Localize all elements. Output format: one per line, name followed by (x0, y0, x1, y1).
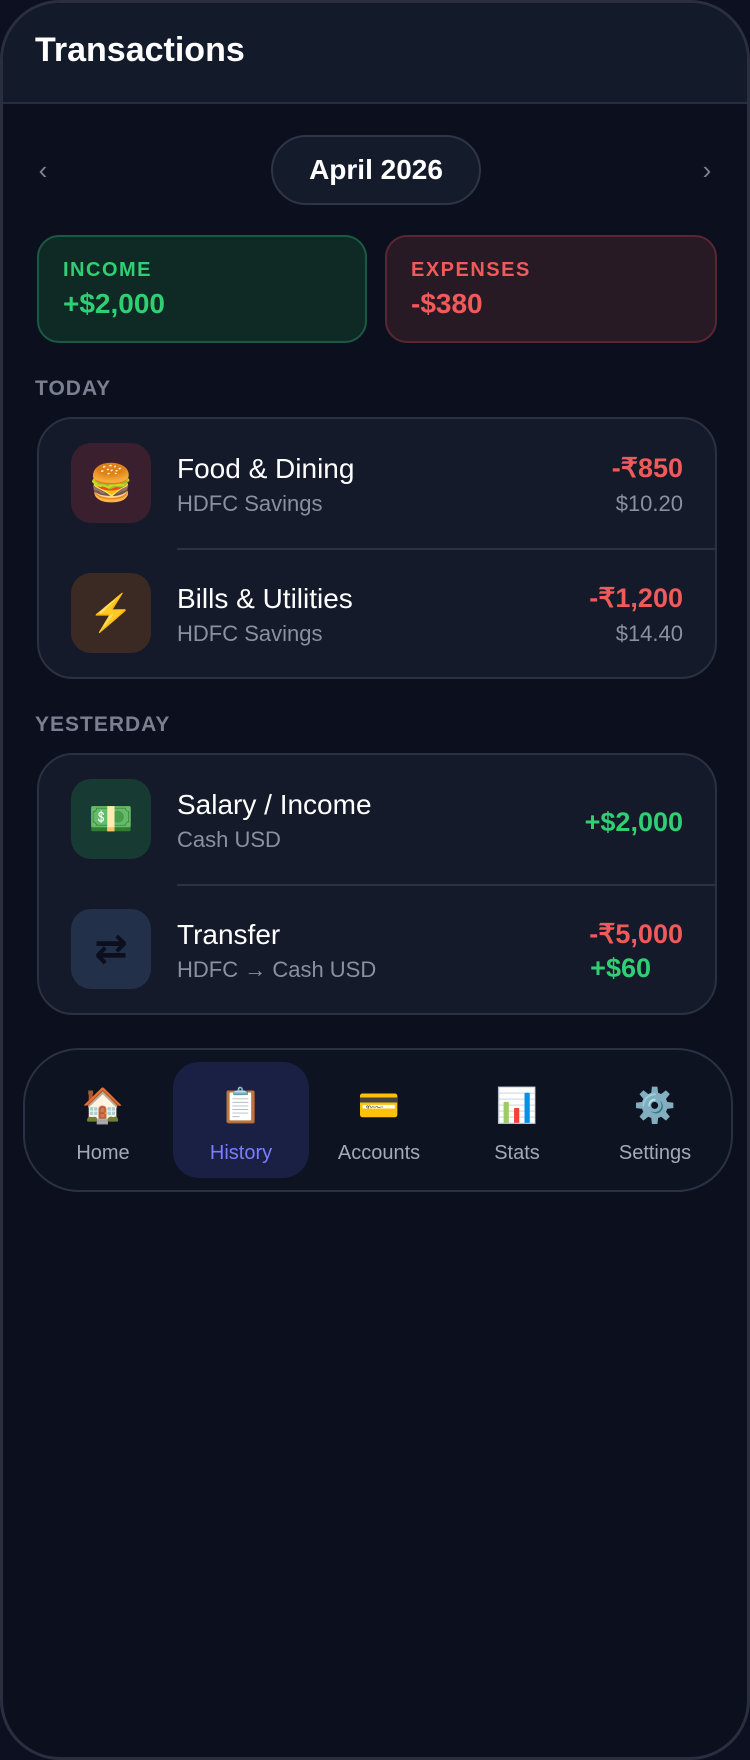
nav-item-home[interactable]: 🏠 Home (35, 1062, 171, 1178)
transaction-group-yesterday: 💵 Salary / Income Cash USD +$2,000 ⇄ Tra… (37, 753, 717, 1015)
chevron-left-icon[interactable]: ‹ (33, 157, 53, 183)
header: Transactions (3, 3, 747, 104)
gear-icon: ⚙️ (633, 1087, 677, 1125)
transaction-amount: +$2,000 (584, 807, 683, 837)
bar-chart-icon: 📊 (495, 1087, 539, 1125)
expenses-label: EXPENSES (411, 259, 531, 281)
transaction-row[interactable]: 💵 Salary / Income Cash USD +$2,000 (39, 755, 715, 886)
transaction-account: HDFC → Cash USD (177, 957, 377, 982)
nav-item-history[interactable]: 📋 History (173, 1062, 309, 1178)
burger-icon: 🍔 (71, 443, 151, 523)
nav-label: Accounts (337, 1142, 421, 1164)
app-screen: Transactions ‹ April 2026 › INCOME +$2,0… (0, 0, 750, 1760)
transaction-row[interactable]: ⇄ Transfer HDFC → Cash USD -₹5,000 +$60 (39, 885, 715, 1013)
nav-item-settings[interactable]: ⚙️ Settings (587, 1062, 723, 1178)
transaction-account: Cash USD (177, 827, 281, 852)
month-selector: ‹ April 2026 › (3, 135, 747, 205)
section-title-yesterday: YESTERDAY (35, 713, 171, 736)
transaction-title: Transfer (177, 919, 281, 950)
nav-label: Settings (618, 1142, 692, 1164)
nav-label: Stats (494, 1142, 540, 1164)
home-icon: 🏠 (81, 1087, 125, 1125)
lightning-icon: ⚡ (71, 573, 151, 653)
transaction-row[interactable]: ⚡ Bills & Utilities HDFC Savings -₹1,200… (39, 549, 715, 677)
expenses-summary-card: EXPENSES -$380 (385, 235, 717, 343)
nav-item-stats[interactable]: 📊 Stats (449, 1062, 585, 1178)
nav-item-accounts[interactable]: 💳 Accounts (311, 1062, 447, 1178)
clipboard-icon: 📋 (219, 1087, 263, 1125)
income-summary-card: INCOME +$2,000 (37, 235, 367, 343)
nav-label: History (209, 1142, 273, 1164)
bottom-nav: 🏠 Home 📋 History 💳 Accounts 📊 Stats ⚙️ S… (23, 1048, 733, 1192)
month-label[interactable]: April 2026 (271, 135, 481, 205)
transaction-converted-amount: $10.20 (615, 491, 683, 516)
transaction-amount: -₹5,000 (589, 919, 683, 949)
nav-label: Home (76, 1142, 130, 1164)
transaction-row[interactable]: 🍔 Food & Dining HDFC Savings -₹850 $10.2… (39, 419, 715, 550)
expenses-amount: -$380 (411, 288, 483, 319)
page-title: Transactions (35, 31, 245, 69)
transaction-converted-amount: $14.40 (615, 621, 683, 646)
transfer-icon: ⇄ (71, 909, 151, 989)
transaction-group-today: 🍔 Food & Dining HDFC Savings -₹850 $10.2… (37, 417, 717, 679)
transaction-title: Bills & Utilities (177, 583, 353, 614)
transaction-amount: -₹850 (611, 453, 683, 483)
transaction-title: Salary / Income (177, 789, 372, 820)
transaction-account: HDFC Savings (177, 491, 323, 516)
transaction-amount: -₹1,200 (589, 583, 683, 613)
transaction-title: Food & Dining (177, 453, 355, 484)
credit-card-icon: 💳 (357, 1087, 401, 1125)
income-label: INCOME (63, 259, 152, 281)
chevron-right-icon[interactable]: › (697, 157, 717, 183)
section-title-today: TODAY (35, 377, 112, 400)
transaction-second-amount: +$60 (590, 953, 651, 983)
transaction-account: HDFC Savings (177, 621, 323, 646)
income-amount: +$2,000 (63, 288, 165, 319)
cash-icon: 💵 (71, 779, 151, 859)
